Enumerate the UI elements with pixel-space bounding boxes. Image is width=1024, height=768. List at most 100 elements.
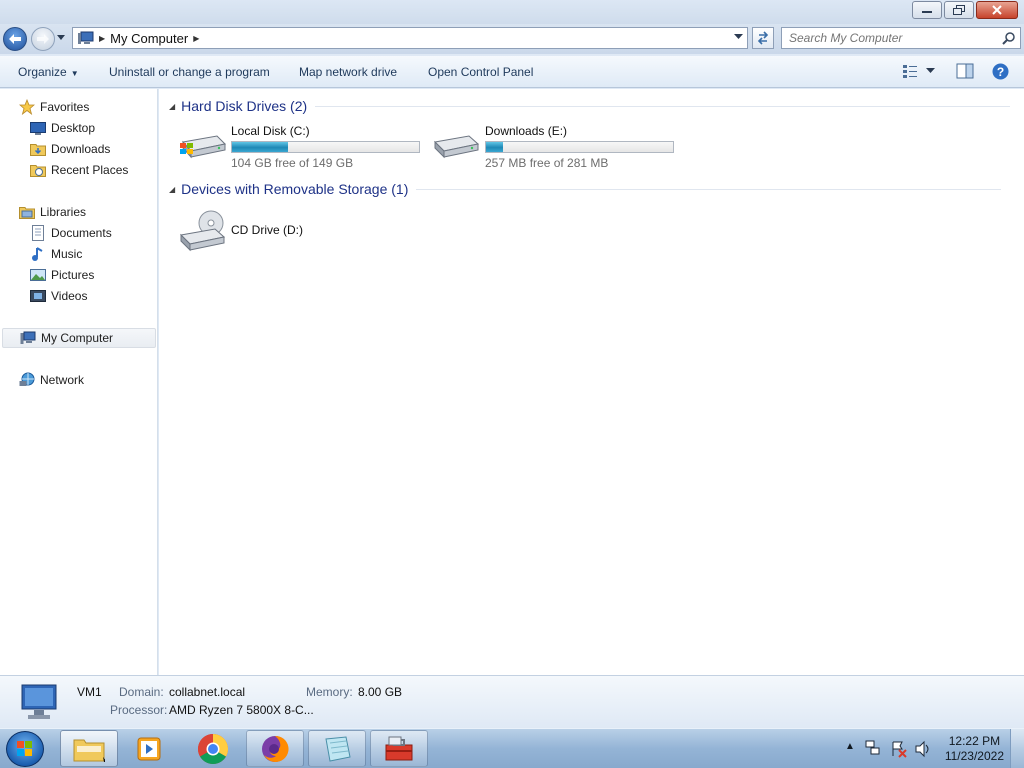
nav-downloads[interactable]: Downloads — [30, 139, 110, 159]
restore-icon — [953, 5, 965, 15]
group-title: Hard Disk Drives (2) — [181, 98, 308, 114]
breadcrumb-chevron-icon[interactable]: ▶ — [193, 34, 199, 43]
volume-icon[interactable] — [914, 740, 932, 758]
help-icon[interactable]: ? — [992, 63, 1009, 80]
forward-button[interactable] — [31, 27, 55, 51]
taskbar: ▲ 12:22 PM 11/23/2022 — [0, 728, 1024, 768]
view-dropdown-icon[interactable] — [926, 68, 935, 74]
breadcrumb-separator-icon[interactable]: ▶ — [99, 34, 105, 43]
search-icon[interactable] — [1002, 31, 1016, 45]
chevron-down-icon: ▼ — [70, 69, 79, 78]
taskbar-media-player[interactable] — [120, 730, 178, 767]
nav-videos[interactable]: Videos — [30, 286, 87, 306]
address-bar[interactable]: ▶ My Computer ▶ — [72, 27, 748, 49]
preview-pane-icon[interactable] — [956, 63, 974, 79]
notepad-icon — [325, 735, 351, 762]
address-dropdown-icon[interactable] — [734, 34, 743, 40]
network-status-icon[interactable] — [865, 740, 881, 758]
organize-menu[interactable]: Organize ▼ — [18, 65, 79, 79]
music-icon — [30, 246, 46, 262]
group-title: Devices with Removable Storage (1) — [181, 181, 409, 197]
open-control-panel-button[interactable]: Open Control Panel — [428, 65, 533, 79]
nav-libraries-label: Libraries — [40, 205, 87, 219]
nav-favorites[interactable]: Favorites — [19, 97, 89, 117]
nav-recent-places[interactable]: Recent Places — [30, 160, 128, 180]
drive-name: Downloads (E:) — [485, 124, 568, 138]
nav-my-computer[interactable]: My Computer — [2, 328, 156, 348]
close-button[interactable] — [976, 1, 1018, 19]
map-network-drive-button[interactable]: Map network drive — [299, 65, 397, 79]
nav-network[interactable]: Network — [19, 370, 84, 390]
group-removable-storage[interactable]: ◢ Devices with Removable Storage (1) — [169, 181, 1002, 197]
start-button[interactable] — [6, 731, 44, 767]
address-row: ▶ My Computer ▶ — [0, 24, 1024, 54]
drive-local-disk-c[interactable]: Local Disk (C:) 104 GB free of 149 GB — [177, 124, 420, 170]
collapse-triangle-icon[interactable]: ◢ — [169, 185, 175, 194]
processor-label: Processor: — [110, 703, 168, 717]
breadcrumb-my-computer[interactable]: My Computer — [110, 31, 188, 46]
taskbar-notepad[interactable] — [308, 730, 366, 767]
search-input[interactable] — [789, 31, 999, 45]
taskbar-firefox[interactable] — [246, 730, 304, 767]
windows-logo-icon — [17, 741, 32, 756]
recent-pages-dropdown[interactable] — [57, 35, 65, 41]
usage-bar-fill — [486, 142, 503, 152]
pictures-icon — [30, 267, 46, 283]
action-center-icon[interactable] — [890, 740, 908, 758]
back-button[interactable] — [3, 27, 27, 51]
drive-cd-d[interactable]: CD Drive (D:) — [177, 209, 303, 255]
computer-icon — [78, 31, 94, 44]
uninstall-program-button[interactable]: Uninstall or change a program — [109, 65, 270, 79]
close-icon — [992, 5, 1002, 15]
memory-label: Memory: — [306, 685, 353, 699]
window-controls — [910, 1, 1018, 19]
usage-bar — [485, 141, 674, 153]
drive-name: Local Disk (C:) — [231, 124, 310, 138]
show-desktop-button[interactable] — [1010, 729, 1024, 768]
clock-date: 11/23/2022 — [944, 749, 1004, 763]
system-clock[interactable]: 12:22 PM 11/23/2022 — [945, 734, 1004, 764]
nav-documents[interactable]: Documents — [30, 223, 112, 243]
search-box[interactable] — [781, 27, 1021, 49]
svg-text:?: ? — [997, 65, 1004, 79]
minimize-button[interactable] — [912, 1, 942, 19]
hard-drive-icon — [433, 135, 480, 159]
taskbar-chrome[interactable] — [184, 730, 242, 767]
nav-desktop[interactable]: Desktop — [30, 118, 95, 138]
restore-button[interactable] — [944, 1, 974, 19]
clock-time: 12:22 PM — [948, 734, 1001, 748]
taskbar-toolbox[interactable] — [370, 730, 428, 767]
show-hidden-icons-button[interactable]: ▲ — [845, 741, 855, 752]
change-view-icon[interactable] — [902, 63, 918, 79]
navigation-pane: Favorites Desktop Downloads Recent Place… — [0, 89, 158, 675]
nav-pictures-label: Pictures — [51, 268, 95, 282]
nav-downloads-label: Downloads — [51, 142, 111, 156]
content-pane: ◢ Hard Disk Drives (2) Local Disk (C:) 1… — [159, 89, 1024, 675]
memory-value: 8.00 GB — [358, 685, 403, 699]
organize-label: Organize — [18, 65, 67, 79]
usage-bar-fill — [232, 142, 289, 152]
downloads-folder-icon — [30, 141, 46, 157]
nav-libraries[interactable]: Libraries — [19, 202, 86, 222]
free-space-text: 104 GB free of 149 GB — [231, 156, 354, 170]
recent-places-icon — [30, 162, 46, 178]
toolbox-icon — [385, 736, 413, 760]
nav-favorites-label: Favorites — [40, 100, 90, 114]
minimize-icon — [922, 11, 932, 13]
domain-value: collabnet.local — [169, 685, 246, 699]
group-hard-disk-drives[interactable]: ◢ Hard Disk Drives (2) — [169, 98, 1011, 114]
nav-music[interactable]: Music — [30, 244, 82, 264]
computer-name: VM1 — [77, 685, 102, 699]
taskbar-explorer[interactable] — [60, 730, 118, 767]
nav-pictures[interactable]: Pictures — [30, 265, 94, 285]
windows-drive-icon — [180, 135, 227, 159]
command-bar: Organize ▼ Uninstall or change a program … — [0, 56, 1024, 88]
refresh-button[interactable] — [752, 27, 774, 49]
drive-name: CD Drive (D:) — [231, 223, 303, 237]
folder-icon — [73, 739, 105, 762]
nav-network-label: Network — [40, 373, 85, 387]
videos-icon — [30, 288, 46, 304]
drive-downloads-e[interactable]: Downloads (E:) 257 MB free of 281 MB — [431, 124, 674, 170]
nav-desktop-label: Desktop — [51, 121, 96, 135]
collapse-triangle-icon[interactable]: ◢ — [169, 102, 175, 111]
